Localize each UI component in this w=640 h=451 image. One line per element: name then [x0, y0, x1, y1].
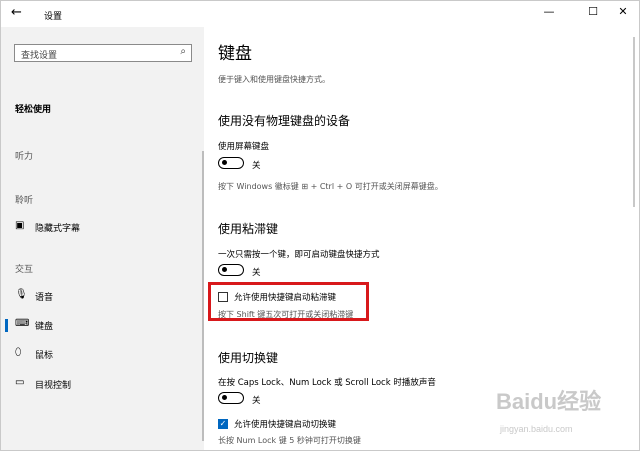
sidebar-item-label: 语音: [35, 293, 54, 303]
search-icon: ⌕: [180, 46, 186, 57]
sidebar-item-label: 鼠标: [35, 351, 54, 361]
toggle-knob: [222, 160, 227, 165]
toggle-keys-shortcut-checkbox[interactable]: ✓: [218, 419, 228, 429]
sidebar-item-label: 键盘: [35, 322, 54, 332]
sidebar-item-label: 目视控制: [35, 381, 72, 391]
section-heading-toggle-keys: 使用切换键: [218, 351, 279, 365]
sidebar-item-captions[interactable]: ▣ 隐藏式字幕: [1, 216, 204, 238]
current-section-title: 轻松使用: [15, 105, 52, 115]
toggle-keys-toggle[interactable]: [218, 392, 244, 404]
sticky-keys-toggle[interactable]: [218, 264, 244, 276]
section-heading-sticky-keys: 使用粘滞键: [218, 222, 279, 236]
toggle-keys-hint: 长按 Num Lock 键 5 秒钟可打开切换键: [218, 436, 361, 445]
toggle-keys-shortcut-label: 允许使用快捷键启动切换键: [234, 420, 337, 430]
search-input[interactable]: 查找设置 ⌕: [14, 44, 192, 62]
sidebar-item-label: 隐藏式字幕: [35, 224, 81, 234]
toggle-state-label: 关: [252, 161, 261, 171]
sidebar-item-eye-control[interactable]: ▭ 目视控制: [1, 373, 204, 395]
sticky-keys-label: 一次只需按一个键，即可启动键盘快捷方式: [218, 250, 380, 260]
back-arrow-icon[interactable]: ←: [11, 5, 22, 20]
watermark-url: jingyan.baidu.com: [500, 424, 573, 434]
page-title: 键盘: [218, 44, 252, 64]
toggle-knob: [222, 395, 227, 400]
sidebar-item-speech[interactable]: 🎙 语音: [1, 285, 204, 307]
page-subtitle: 便于键入和使用键盘快捷方式。: [218, 75, 330, 84]
main-scrollbar[interactable]: [633, 37, 635, 207]
keyboard-icon: ⌨: [15, 318, 30, 329]
highlight-annotation-box: [208, 282, 369, 321]
onscreen-keyboard-toggle[interactable]: [218, 157, 244, 169]
close-button[interactable]: ✕: [613, 5, 633, 18]
group-header-interaction: 交互: [15, 265, 34, 275]
captions-icon: ▣: [15, 220, 25, 231]
group-header-hearing: 聆听: [15, 196, 34, 206]
sidebar-item-keyboard[interactable]: ⌨ 键盘: [1, 314, 204, 336]
toggle-state-label: 关: [252, 396, 261, 406]
watermark-brand: Baidu经验: [496, 389, 602, 414]
baidu-watermark: Baidu经验 jingyan.baidu.com: [488, 384, 638, 444]
mouse-icon: ⬯: [15, 347, 22, 358]
mic-icon: 🎙: [15, 289, 28, 300]
toggle-keys-label: 在按 Caps Lock、Num Lock 或 Scroll Lock 时播放声…: [218, 378, 436, 388]
minimize-button[interactable]: —: [539, 5, 559, 18]
toggle-knob: [222, 267, 227, 272]
group-header-vision: 听力: [15, 152, 34, 162]
eye-control-icon: ▭: [15, 377, 25, 388]
search-placeholder: 查找设置: [21, 51, 58, 61]
onscreen-keyboard-hint: 按下 Windows 徽标键 ⊞ + Ctrl + O 可打开或关闭屏幕键盘。: [218, 182, 443, 191]
sidebar-item-mouse[interactable]: ⬯ 鼠标: [1, 343, 204, 365]
title-bar: ← 设置 — ☐ ✕: [1, 1, 639, 27]
onscreen-keyboard-label: 使用屏幕键盘: [218, 142, 270, 152]
window-title: 设置: [44, 12, 63, 22]
maximize-button[interactable]: ☐: [583, 5, 603, 18]
section-heading-onscreen-keyboard: 使用没有物理键盘的设备: [218, 114, 351, 128]
toggle-state-label: 关: [252, 268, 261, 278]
